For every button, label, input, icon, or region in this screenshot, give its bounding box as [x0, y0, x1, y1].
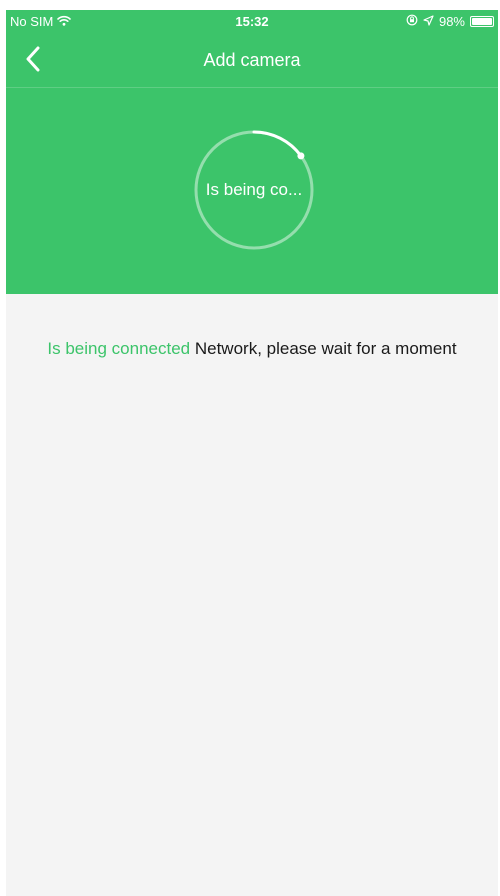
- page-title: Add camera: [203, 50, 301, 70]
- location-arrow-icon: [423, 14, 434, 29]
- status-message-text: Network, please wait for a moment: [190, 339, 457, 358]
- status-bar: No SIM 15:32 98%: [6, 10, 498, 32]
- navigation-bar: Add camera: [6, 32, 498, 88]
- connection-progress: Is being co...: [192, 128, 316, 252]
- orientation-lock-icon: [406, 14, 418, 29]
- status-right: 98%: [406, 14, 494, 29]
- app-screen: No SIM 15:32 98% Add camera Is being co.…: [6, 10, 498, 896]
- battery-level: [472, 18, 492, 25]
- status-message-highlight: Is being connected: [47, 339, 191, 358]
- progress-label: Is being co...: [205, 180, 303, 199]
- header-area: No SIM 15:32 98% Add camera Is being co.…: [6, 10, 498, 294]
- battery-percent: 98%: [438, 14, 465, 29]
- status-message: Is being connected Network, please wait …: [46, 337, 458, 360]
- battery-icon: [470, 16, 494, 27]
